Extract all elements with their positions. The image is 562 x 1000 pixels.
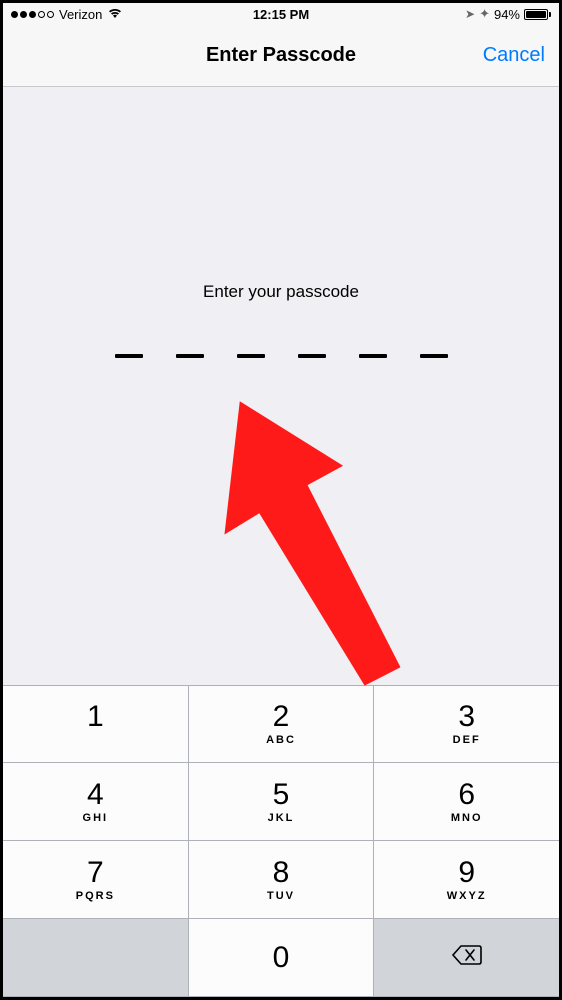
location-icon: ➤	[465, 7, 475, 21]
annotation-arrow-icon	[223, 373, 413, 718]
keypad-letters: MNO	[451, 812, 483, 824]
keypad-digit: 3	[458, 702, 475, 732]
passcode-dash	[359, 354, 387, 358]
carrier-label: Verizon	[59, 7, 102, 22]
keypad-letters: ABC	[266, 734, 296, 746]
content-area: Enter your passcode	[3, 87, 559, 358]
passcode-dash	[420, 354, 448, 358]
keypad-digit: 7	[87, 858, 104, 888]
battery-percent: 94%	[494, 7, 520, 22]
status-bar: Verizon 12:15 PM ➤ ✦ 94%	[3, 3, 559, 25]
key-0[interactable]: 0	[189, 919, 375, 997]
keypad-digit: 1	[87, 702, 104, 732]
navigation-bar: Enter Passcode Cancel	[3, 25, 559, 87]
keypad-digit: 2	[273, 702, 290, 732]
keypad-letters: PQRS	[76, 890, 115, 902]
status-left: Verizon	[11, 7, 123, 22]
key-2[interactable]: 2 ABC	[189, 685, 375, 763]
keypad-digit: 6	[458, 780, 475, 810]
keypad-letters: DEF	[453, 734, 481, 746]
keypad-digit: 4	[87, 780, 104, 810]
passcode-dash	[176, 354, 204, 358]
page-title: Enter Passcode	[206, 44, 356, 67]
backspace-icon	[452, 944, 482, 971]
keypad-digit: 0	[273, 943, 290, 973]
number-keypad: 1 2 ABC 3 DEF 4 GHI 5 JKL 6 MNO 7 PQRS 8 TUV 9 W…	[3, 685, 559, 997]
key-6[interactable]: 6 MNO	[374, 763, 559, 841]
keypad-letters: JKL	[268, 812, 295, 824]
passcode-dash	[298, 354, 326, 358]
key-7[interactable]: 7 PQRS	[3, 841, 189, 919]
status-time: 12:15 PM	[253, 7, 309, 22]
passcode-dash	[237, 354, 265, 358]
keypad-digit: 5	[273, 780, 290, 810]
key-blank	[3, 919, 189, 997]
key-1[interactable]: 1	[3, 685, 189, 763]
key-5[interactable]: 5 JKL	[189, 763, 375, 841]
keypad-digit: 8	[273, 858, 290, 888]
key-8[interactable]: 8 TUV	[189, 841, 375, 919]
key-9[interactable]: 9 WXYZ	[374, 841, 559, 919]
passcode-dashes	[115, 354, 448, 358]
status-right: ➤ ✦ 94%	[465, 6, 551, 22]
wifi-icon	[107, 7, 123, 22]
key-3[interactable]: 3 DEF	[374, 685, 559, 763]
keypad-letters: TUV	[267, 890, 295, 902]
passcode-prompt: Enter your passcode	[203, 282, 359, 302]
keypad-letters: WXYZ	[447, 890, 487, 902]
keypad-digit: 9	[458, 858, 475, 888]
keypad-letters: GHI	[83, 812, 109, 824]
key-4[interactable]: 4 GHI	[3, 763, 189, 841]
passcode-dash	[115, 354, 143, 358]
backspace-button[interactable]	[374, 919, 559, 997]
battery-icon	[524, 9, 551, 20]
signal-dots-icon	[11, 11, 54, 18]
cancel-button[interactable]: Cancel	[483, 44, 545, 67]
bluetooth-icon: ✦	[479, 6, 490, 22]
